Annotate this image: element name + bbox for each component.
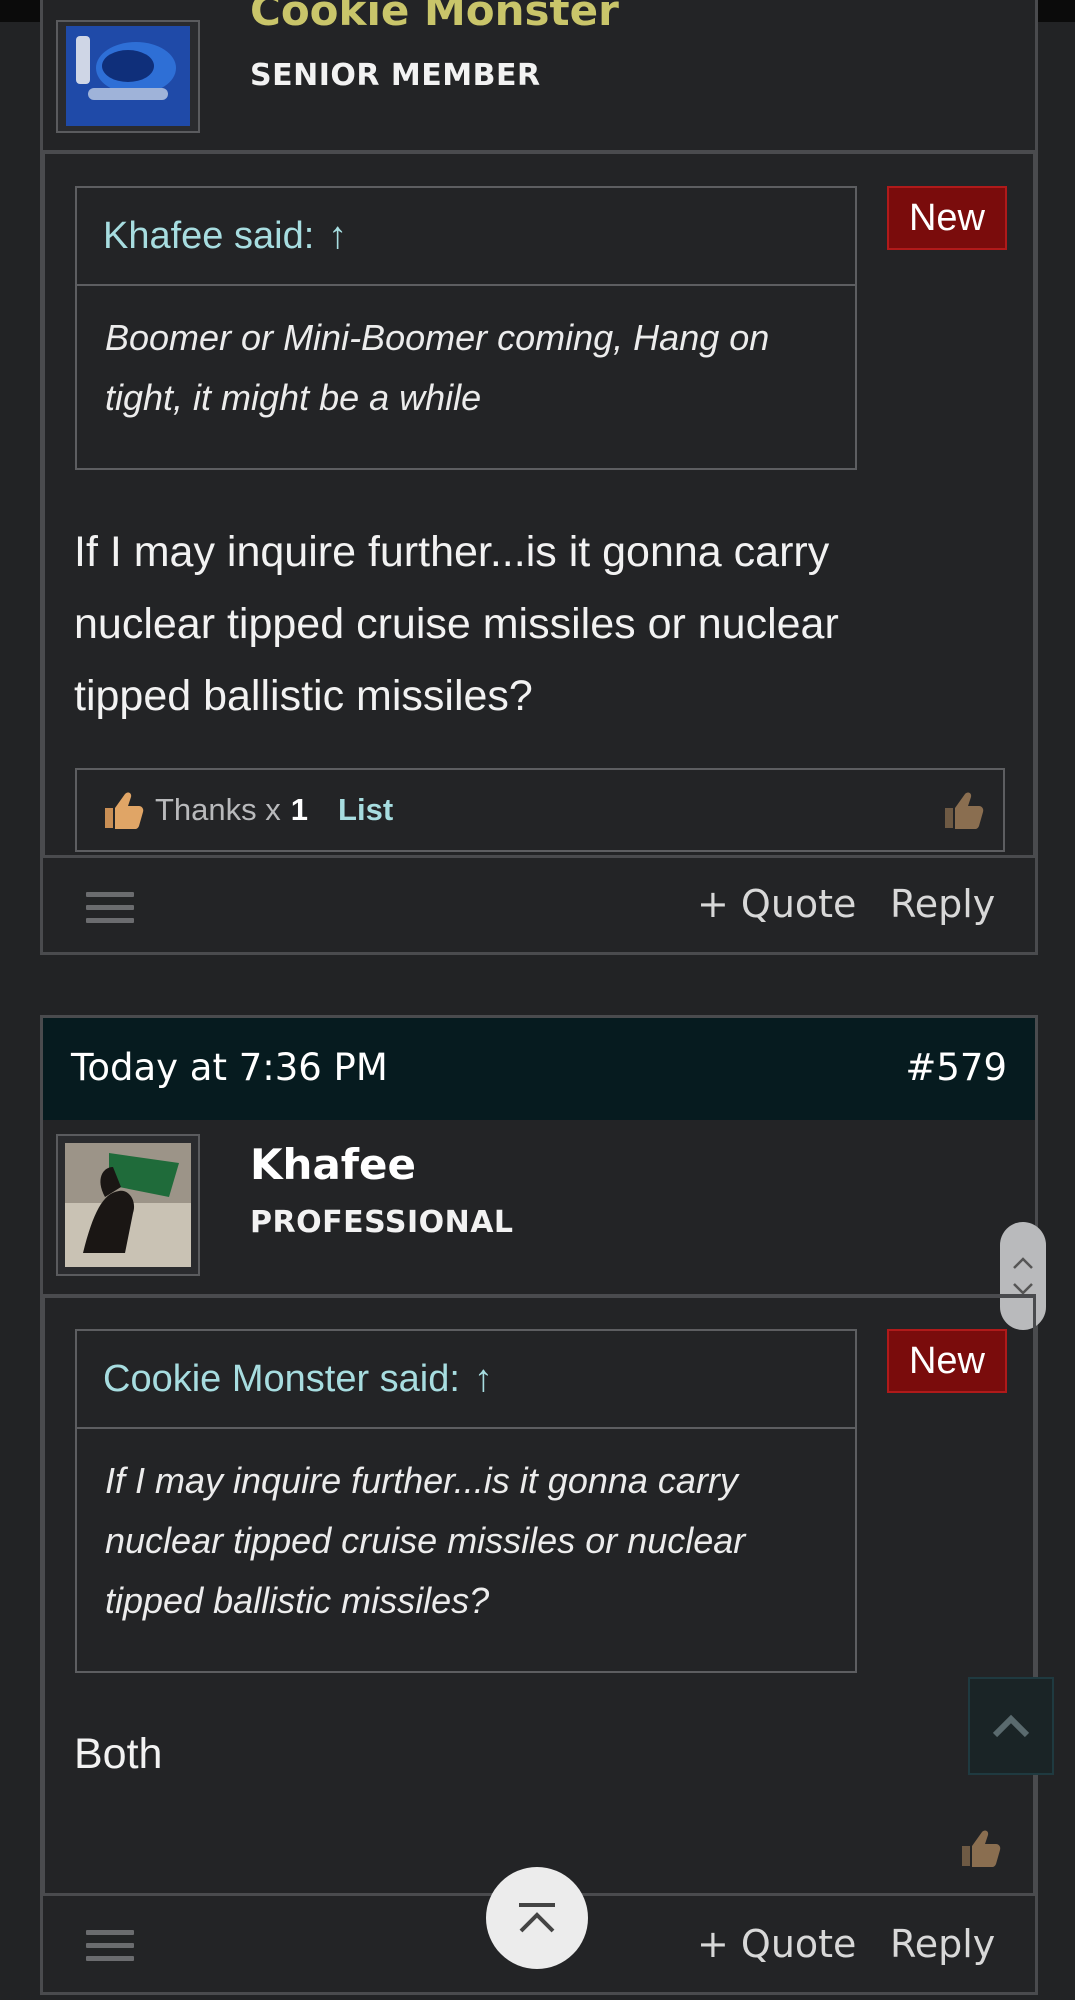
quote-jump-arrow-icon[interactable]: ↑	[474, 1358, 493, 1401]
username[interactable]: Cookie Monster	[250, 0, 619, 34]
avatar-image	[65, 1143, 191, 1267]
quote-block: Cookie Monster said: ↑ If I may inquire …	[75, 1329, 857, 1673]
quote-text: Boomer or Mini-Boomer coming, Hang on ti…	[105, 317, 770, 418]
thanks-count: 1	[290, 792, 309, 827]
reply-button[interactable]: Reply	[890, 1922, 995, 1966]
post-footer: + Quote Reply	[42, 855, 1036, 955]
reply-button[interactable]: Reply	[890, 882, 995, 926]
post-timestamp[interactable]: Today at 7:36 PM	[71, 1046, 388, 1089]
post-message: Both	[74, 1730, 163, 1778]
new-badge: New	[887, 186, 1007, 250]
back-to-top-button[interactable]	[968, 1677, 1054, 1775]
quote-author[interactable]: Khafee said:	[103, 215, 314, 258]
scroll-up-arrow-icon[interactable]	[1012, 1256, 1034, 1270]
menu-icon[interactable]	[86, 892, 134, 931]
avatar[interactable]	[56, 20, 200, 133]
quote-text: If I may inquire further...is it gonna c…	[105, 1460, 746, 1621]
scroll-to-top-button[interactable]	[486, 1867, 588, 1969]
thumbs-up-icon	[105, 792, 144, 829]
thumbs-up-icon[interactable]	[941, 788, 985, 832]
back-to-top-icon	[519, 1903, 555, 1933]
reaction-list-link[interactable]: List	[338, 792, 393, 828]
quote-header[interactable]: Khafee said: ↑	[77, 188, 855, 286]
post-header: Today at 7:36 PM #579	[43, 1018, 1035, 1120]
thanks-label: Thanks x	[155, 792, 281, 827]
user-title: PROFESSIONAL	[250, 1205, 514, 1240]
username[interactable]: Khafee	[250, 1140, 416, 1189]
post-number[interactable]: #579	[905, 1046, 1007, 1089]
quote-jump-arrow-icon[interactable]: ↑	[328, 215, 347, 258]
quote-button[interactable]: + Quote	[697, 882, 856, 926]
new-badge: New	[887, 1329, 1007, 1393]
thumbs-up-icon[interactable]	[958, 1826, 1002, 1870]
quote-block: Khafee said: ↑ Boomer or Mini-Boomer com…	[75, 186, 857, 470]
post-message: If I may inquire further...is it gonna c…	[74, 528, 839, 720]
avatar-image	[66, 26, 190, 126]
avatar[interactable]	[56, 1134, 200, 1276]
quote-author[interactable]: Cookie Monster said:	[103, 1358, 460, 1401]
user-title: SENIOR MEMBER	[250, 58, 541, 93]
chevron-up-icon	[992, 1714, 1030, 1738]
quote-button[interactable]: + Quote	[697, 1922, 856, 1966]
reaction-bar: Thanks x 1 List	[75, 768, 1005, 852]
menu-icon[interactable]	[86, 1930, 134, 1969]
quote-header[interactable]: Cookie Monster said: ↑	[77, 1331, 855, 1429]
